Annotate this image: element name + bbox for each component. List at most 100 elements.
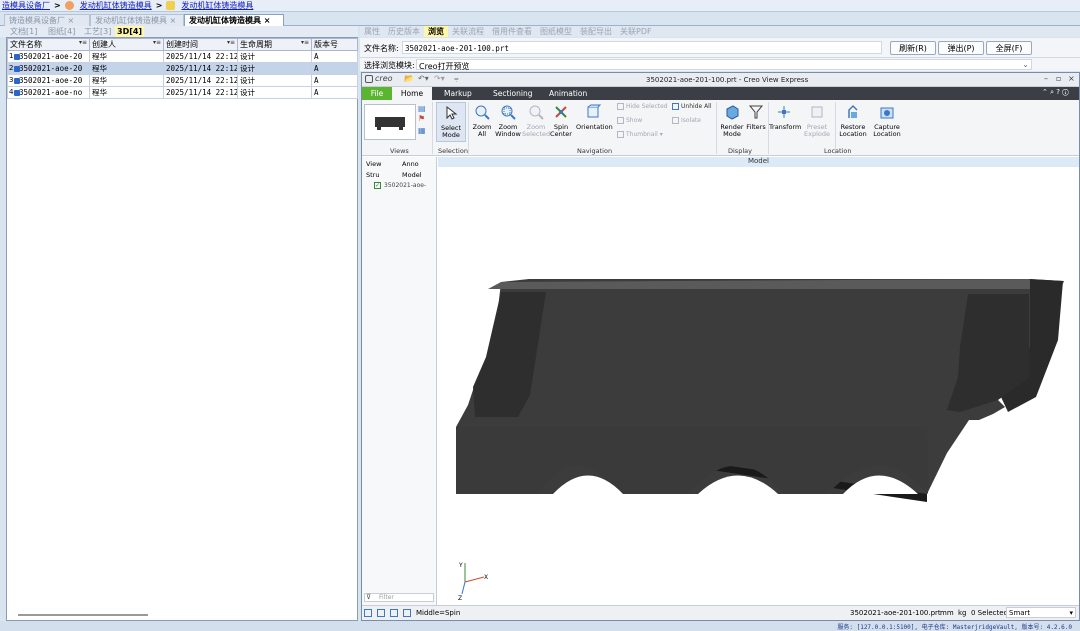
zoom-window-button[interactable]: Zoom Window xyxy=(494,104,522,138)
tab-documents[interactable]: 文档[1] xyxy=(8,26,39,37)
tab-drawing-model[interactable]: 图纸模型 xyxy=(536,26,576,37)
smart-select-dropdown[interactable]: Smart ▾ xyxy=(1006,607,1076,618)
model-view-header: Model xyxy=(438,157,1079,167)
tab-process[interactable]: 工艺[3] xyxy=(82,26,113,37)
tab-borrowed[interactable]: 借用件查看 xyxy=(488,26,536,37)
creo-view-window: creo 📂 ↶▾ ↷▾ ⩦ 3502021-aoe-201-100.prt -… xyxy=(361,72,1080,621)
file-name-cell[interactable]: 4 3502021-aoe-no xyxy=(7,86,90,99)
tab-view[interactable]: View xyxy=(366,160,381,168)
column-header[interactable]: 版本号 xyxy=(311,38,358,51)
zoom-all-button[interactable]: Zoom All xyxy=(470,104,494,138)
zoom-all-icon xyxy=(475,105,490,120)
hide-selected-button[interactable]: Hide Selected xyxy=(617,103,668,110)
open-icon[interactable]: 📂 xyxy=(404,74,414,83)
view-grid-icon[interactable]: ▦ xyxy=(418,126,426,135)
sort-filter-icon[interactable]: ▾≡ xyxy=(301,40,309,47)
top-tab[interactable]: 铸造模具设备厂 × xyxy=(4,14,90,26)
preset-explode-button[interactable]: Preset Explode xyxy=(801,104,833,138)
zoom-selected-button[interactable]: Zoom Selected xyxy=(522,104,550,138)
top-tab[interactable]: 发动机缸体铸造模具 × xyxy=(90,14,184,26)
redo-icon[interactable]: ↷▾ xyxy=(434,74,445,83)
capture-location-button[interactable]: Capture Location xyxy=(870,104,904,138)
tab-model[interactable]: Model xyxy=(402,171,422,179)
view-thumbnail[interactable] xyxy=(364,104,416,140)
popup-button[interactable]: 弹出(P) xyxy=(938,41,984,55)
view-list-icon[interactable]: ▤ xyxy=(418,104,426,113)
sort-filter-icon[interactable]: ▾≡ xyxy=(227,40,235,47)
file-name-cell[interactable]: 3 3502021-aoe-20 xyxy=(7,74,90,87)
table-row-selected[interactable]: 2 3502021-aoe-20 程华 2025/11/14 22:12 设计 A xyxy=(7,62,358,75)
filters-button[interactable]: Filters xyxy=(745,104,767,131)
quick-access-menu-icon[interactable]: ⩦ xyxy=(454,74,459,84)
tab-properties[interactable]: 属性 xyxy=(360,26,384,37)
menu-markup[interactable]: Markup xyxy=(444,87,472,100)
tab-structure[interactable]: Stru xyxy=(366,171,379,179)
menu-animation[interactable]: Animation xyxy=(549,87,587,100)
menu-sectioning[interactable]: Sectioning xyxy=(493,87,532,100)
tab-workflow[interactable]: 关联流程 xyxy=(448,26,488,37)
file-name-cell[interactable]: 1 3502021-aoe-20 xyxy=(7,50,90,63)
select-mode-button[interactable]: Select Mode xyxy=(436,102,466,142)
table-row[interactable]: 1 3502021-aoe-20 程华 2025/11/14 22:12 设计 A xyxy=(7,50,358,63)
layout-icon[interactable] xyxy=(403,609,411,617)
tab-related-pdf[interactable]: 关联PDF xyxy=(616,26,656,37)
top-tab-active[interactable]: 发动机缸体铸造模具 × xyxy=(184,14,284,26)
undo-icon[interactable]: ↶▾ xyxy=(418,74,429,83)
tree-item-part[interactable]: 3502021-aoe- xyxy=(384,182,426,189)
file-name-label: 文件名称: xyxy=(364,44,399,53)
ribbon-collapse-icon[interactable]: ⌃ ⌕ ? ⓘ xyxy=(1042,88,1069,97)
layout-icon[interactable] xyxy=(390,609,398,617)
row-number: 3 xyxy=(9,76,14,84)
column-header[interactable]: 创建时间 ▾≡ xyxy=(163,38,238,51)
close-icon[interactable]: × xyxy=(1068,74,1075,83)
layout-icon[interactable] xyxy=(377,609,385,617)
breadcrumb-item[interactable]: 发动机缸体铸造模具 xyxy=(181,0,253,11)
scrollbar-thumb[interactable] xyxy=(18,614,148,616)
module-select[interactable]: Creo打开预览 ⌄ xyxy=(416,59,1032,71)
axis-label-x: X xyxy=(484,574,488,581)
tab-drawings[interactable]: 图纸[4] xyxy=(46,26,77,37)
menu-home[interactable]: Home xyxy=(392,87,432,100)
isolate-button[interactable]: Isolate xyxy=(672,117,701,124)
table-row[interactable]: 3 3502021-aoe-20 程华 2025/11/14 22:12 设计 A xyxy=(7,74,358,87)
restore-location-button[interactable]: Restore Location xyxy=(837,104,869,138)
version-cell: A xyxy=(311,74,358,87)
visibility-checkbox[interactable]: ✓ xyxy=(374,182,381,189)
file-name-field[interactable]: 3502021-aoe-201-100.prt xyxy=(402,41,882,54)
table-row[interactable]: 4 3502021-aoe-no 程华 2025/11/14 22:12 设计 A xyxy=(7,86,358,99)
tab-3d[interactable]: 3D[4] xyxy=(115,26,145,37)
orientation-button[interactable]: Orientation xyxy=(576,104,613,131)
minimize-icon[interactable]: – xyxy=(1044,74,1048,83)
breadcrumb-item[interactable]: 发动机缸体铸造模具 xyxy=(80,0,152,11)
show-button[interactable]: Show xyxy=(617,117,642,124)
maximize-icon[interactable]: ▫ xyxy=(1056,74,1061,83)
tab-label: 发动机缸体铸造模具 xyxy=(189,16,261,25)
transform-button[interactable]: Transform xyxy=(769,104,801,131)
breadcrumb-item[interactable]: 造模具设备厂 xyxy=(2,0,50,11)
unhide-all-button[interactable]: Unhide All xyxy=(672,103,712,110)
column-header[interactable]: 创建人 ▾≡ xyxy=(89,38,164,51)
column-header[interactable]: 生命周期 ▾≡ xyxy=(237,38,312,51)
column-header[interactable]: 文件名称 ▾≡ xyxy=(7,38,90,51)
refresh-button[interactable]: 刷新(R) xyxy=(890,41,936,55)
menu-file[interactable]: File xyxy=(362,87,392,100)
thumbnail-button[interactable]: Thumbnail ▾ xyxy=(617,131,663,138)
isolate-icon xyxy=(672,117,679,124)
render-mode-button[interactable]: Render Mode xyxy=(718,104,746,138)
spin-center-button[interactable]: Spin Center xyxy=(548,104,574,138)
layout-icon[interactable] xyxy=(364,609,372,617)
tab-assembly-export[interactable]: 装配导出 xyxy=(576,26,616,37)
sort-filter-icon[interactable]: ▾≡ xyxy=(79,40,87,47)
view-flag-icon[interactable]: ⚑ xyxy=(418,114,425,123)
horizontal-scrollbar[interactable] xyxy=(10,612,350,618)
restore-location-icon xyxy=(848,104,858,118)
tab-browse[interactable]: 浏览 xyxy=(424,26,448,37)
file-name-cell[interactable]: 2 3502021-aoe-20 xyxy=(7,62,90,75)
tab-history[interactable]: 历史版本 xyxy=(384,26,424,37)
fullscreen-button[interactable]: 全屏(F) xyxy=(986,41,1032,55)
tree-filter-input[interactable]: Filter xyxy=(364,593,434,602)
stage-cell: 设计 xyxy=(237,74,312,87)
sort-filter-icon[interactable]: ▾≡ xyxy=(153,40,161,47)
3d-viewport[interactable]: Y X Z xyxy=(438,167,1079,605)
tab-annotation[interactable]: Anno xyxy=(402,160,419,168)
